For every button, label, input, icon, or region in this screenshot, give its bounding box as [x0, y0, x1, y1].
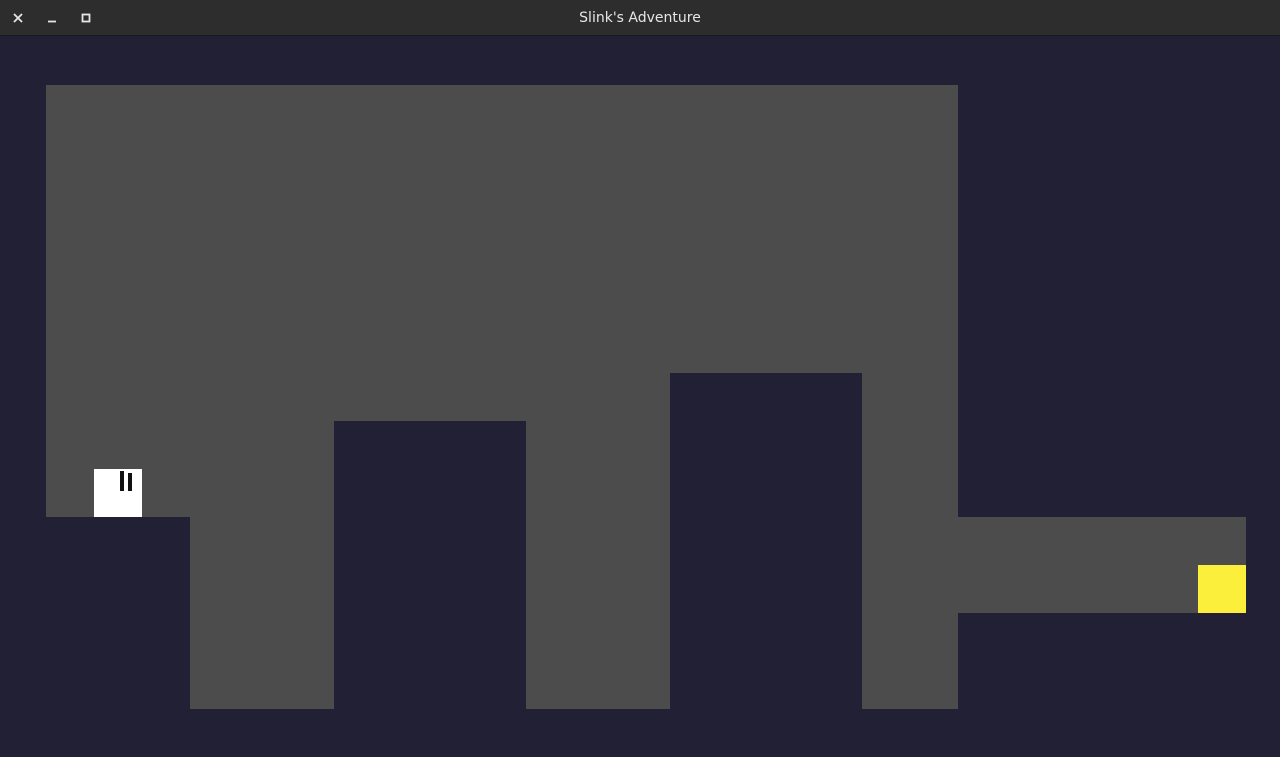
level-area-left	[46, 373, 334, 517]
game-window: Slink's Adventure	[0, 0, 1280, 757]
game-canvas[interactable]	[0, 37, 1280, 757]
level-area-right-top	[670, 325, 862, 373]
goal-block	[1198, 565, 1246, 613]
level-area-mid-top	[334, 373, 526, 421]
title-bar[interactable]: Slink's Adventure	[0, 0, 1280, 36]
player-character	[94, 469, 142, 517]
player-eye-right	[128, 473, 132, 491]
window-title: Slink's Adventure	[579, 10, 701, 26]
level-area-right-column	[862, 325, 958, 709]
level-area-mid	[526, 373, 670, 709]
player-eye-left	[120, 471, 124, 491]
level-area-column-1	[190, 517, 334, 709]
